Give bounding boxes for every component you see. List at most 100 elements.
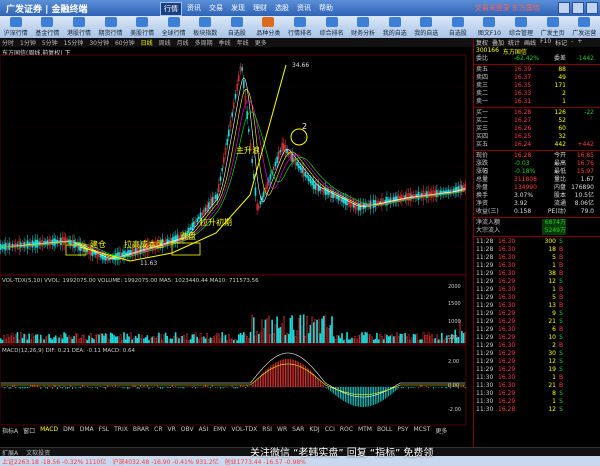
quote-header-btn-7[interactable]: + bbox=[577, 38, 582, 47]
toolbar-item-0[interactable]: 沪深行情 bbox=[0, 17, 32, 37]
toolbar-item-3[interactable]: 期货行情 bbox=[95, 17, 127, 37]
indicator-tab-23[interactable]: MCST bbox=[413, 426, 430, 435]
volume-bar bbox=[73, 336, 75, 344]
chart-panel[interactable]: 东方国信(周线,前复权) 下 建仓 拉高成本区 洗盘 拉升初期 主升浪 2 34… bbox=[0, 47, 473, 447]
indicator-tab-5[interactable]: FSL bbox=[99, 426, 110, 435]
volume-bar bbox=[149, 338, 152, 344]
indicator-tab-6[interactable]: TRIX bbox=[114, 426, 128, 435]
toolbar-item-1[interactable]: 基金行情 bbox=[32, 17, 64, 37]
indicator-tab-18[interactable]: CCI bbox=[325, 426, 335, 435]
period-tab-0[interactable]: 分时 bbox=[2, 38, 14, 47]
toolbar-item-2[interactable]: 港股行情 bbox=[63, 17, 95, 37]
sell-price: 16.31 bbox=[514, 98, 532, 105]
indicator-tab-9[interactable]: VR bbox=[168, 426, 176, 435]
period-tab-12[interactable]: 更多 bbox=[255, 38, 267, 47]
toolbar-item-15[interactable]: 图文F10 bbox=[474, 17, 506, 37]
indicator-tab-13[interactable]: VOL-TDX bbox=[231, 426, 257, 435]
maximize-icon[interactable] bbox=[572, 2, 584, 14]
indicator-tab-10[interactable]: OBV bbox=[181, 426, 194, 435]
toolbar-item-7[interactable]: 自选股 bbox=[221, 17, 253, 37]
toolbar-item-13[interactable]: 我的自选 bbox=[411, 17, 443, 37]
indicator-tab-11[interactable]: ASI bbox=[199, 426, 209, 435]
toolbar-item-16[interactable]: 综合管理 bbox=[505, 17, 537, 37]
period-tab-9[interactable]: 多周期 bbox=[195, 38, 213, 47]
menu-item-faxian[interactable]: 发现 bbox=[228, 2, 248, 16]
menu-item-zixun[interactable]: 资讯 bbox=[184, 2, 204, 16]
period-tab-8[interactable]: 月线 bbox=[177, 38, 189, 47]
indicator-tab-20[interactable]: MTM bbox=[358, 426, 372, 435]
toolbar-item-5[interactable]: 全球行情 bbox=[158, 17, 190, 37]
quote-header-btn-5[interactable]: 标记 bbox=[555, 38, 567, 47]
quote-header-btn-1[interactable]: 叠加 bbox=[492, 38, 504, 47]
menu-item-jiaoyi[interactable]: 交易 bbox=[206, 2, 226, 16]
minimize-icon[interactable] bbox=[558, 2, 570, 14]
indicator-tab-24[interactable]: 更多 bbox=[435, 426, 447, 435]
menu-item-hangqing[interactable]: 行情 bbox=[160, 2, 182, 16]
indicator-tab-4[interactable]: DMA bbox=[80, 426, 94, 435]
toolbar-item-8[interactable]: 品种分类 bbox=[253, 17, 285, 37]
indicator-tab-22[interactable]: PSY bbox=[397, 426, 408, 435]
tick-time: 11:29 bbox=[476, 350, 494, 357]
indicator-tab-16[interactable]: SAR bbox=[292, 426, 304, 435]
period-tab-5[interactable]: 60分钟 bbox=[115, 38, 135, 47]
volume-bar bbox=[344, 339, 347, 344]
toolbar-item-10[interactable]: 综合排名 bbox=[316, 17, 348, 37]
menu-item-licai[interactable]: 理财 bbox=[250, 2, 270, 16]
indicator-tab-7[interactable]: BRAR bbox=[133, 426, 149, 435]
menu-item-zixun2[interactable]: 资讯 bbox=[294, 2, 314, 16]
toolbar-icon bbox=[293, 17, 306, 27]
toolbar-icon bbox=[515, 17, 528, 27]
indicator-tab-1[interactable]: 窗口 bbox=[23, 426, 35, 435]
tick-price: 16.29 bbox=[498, 366, 516, 373]
toolbar-item-12[interactable]: 我的自选 bbox=[379, 17, 411, 37]
volume-bar bbox=[163, 334, 165, 344]
volume-bar bbox=[56, 338, 59, 344]
period-tab-10[interactable]: 季线 bbox=[219, 38, 231, 47]
indicator-tab-14[interactable]: RSI bbox=[262, 426, 272, 435]
period-tab-4[interactable]: 30分钟 bbox=[89, 38, 109, 47]
indicator-tab-2[interactable]: MACD bbox=[40, 426, 58, 435]
buy-price: 16.25 bbox=[514, 133, 532, 140]
quote-header-btn-0[interactable]: 复权 bbox=[476, 38, 488, 47]
indicator-tab-15[interactable]: WR bbox=[277, 426, 287, 435]
volume-bar bbox=[94, 335, 97, 344]
buy-row: 买一 16.28 126 -22 bbox=[474, 109, 600, 117]
kline-chart[interactable]: 建仓 拉高成本区 洗盘 拉升初期 主升浪 2 34.66 11.63 VOL-T… bbox=[0, 47, 473, 427]
login-status[interactable]: 交易未登录 东方国信 bbox=[475, 3, 540, 13]
period-tab-7[interactable]: 周线 bbox=[159, 38, 171, 47]
menu-item-bangzhu[interactable]: 帮助 bbox=[316, 2, 336, 16]
indicator-tab-3[interactable]: DMI bbox=[63, 426, 75, 435]
volume-bar bbox=[168, 339, 170, 344]
indicator-tab-17[interactable]: KDJ bbox=[309, 426, 319, 435]
toolbar-item-11[interactable]: 财务分析 bbox=[347, 17, 379, 37]
quote-header-btn-3[interactable]: 画线 bbox=[524, 38, 536, 47]
toolbar-item-9[interactable]: 行情排名 bbox=[284, 17, 316, 37]
period-tab-1[interactable]: 1分钟 bbox=[20, 38, 36, 47]
close-icon[interactable] bbox=[586, 2, 598, 14]
period-tab-2[interactable]: 5分钟 bbox=[42, 38, 58, 47]
flow-spacer bbox=[514, 227, 542, 235]
volume-bar bbox=[434, 338, 436, 344]
indicator-tab-19[interactable]: ROC bbox=[340, 426, 353, 435]
toolbar-item-4[interactable]: 美股行情 bbox=[126, 17, 158, 37]
tick-list[interactable]: 11:28 16.30 300 S 11:28 16.30 18 B 11:28 16.30 5 B 1… bbox=[474, 238, 600, 414]
toolbar-item-6[interactable]: 板块指数 bbox=[189, 17, 221, 37]
period-tab-11[interactable]: 年线 bbox=[237, 38, 249, 47]
quote-header-btn-4[interactable]: F10 bbox=[540, 38, 551, 47]
indicator-tab-12[interactable]: EMV bbox=[213, 426, 226, 435]
buy-change: -22 bbox=[584, 109, 594, 116]
tick-row: 11:28 16.30 300 S bbox=[474, 238, 600, 246]
toolbar-item-17[interactable]: 广发主页 bbox=[537, 17, 569, 37]
volume-bar bbox=[411, 337, 413, 344]
quote-header-btn-2[interactable]: 统计 bbox=[508, 38, 520, 47]
indicator-tab-0[interactable]: 指标A bbox=[2, 426, 18, 435]
menu-item-xuangu[interactable]: 选股 bbox=[272, 2, 292, 16]
volume-bar bbox=[256, 330, 258, 344]
toolbar-item-14[interactable]: 自选股 bbox=[442, 17, 474, 37]
indicator-tab-21[interactable]: BOLL bbox=[377, 426, 392, 435]
period-tab-6[interactable]: 日线 bbox=[141, 38, 153, 47]
toolbar-item-18[interactable]: 广发运营 bbox=[568, 17, 600, 37]
quote-header-btn-6[interactable]: - bbox=[571, 38, 573, 47]
period-tab-3[interactable]: 15分钟 bbox=[64, 38, 84, 47]
indicator-tab-8[interactable]: CR bbox=[154, 426, 162, 435]
